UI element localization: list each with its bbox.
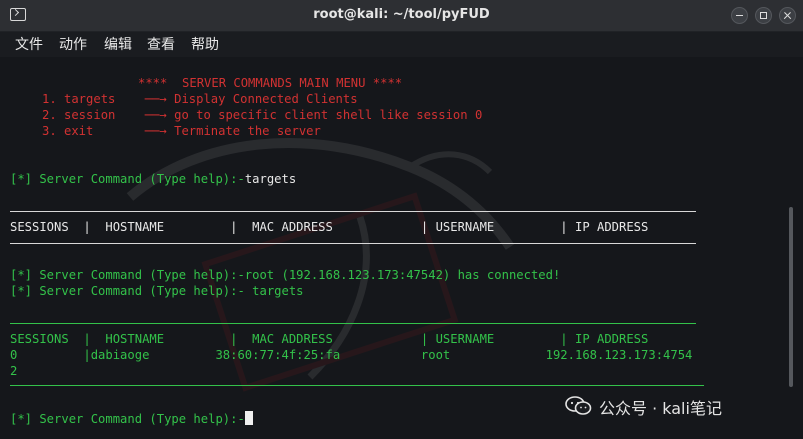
watermark-text: 公众号 · kali笔记 [599,399,722,418]
table-header-row: SESSIONS | HOSTNAME | MAC ADDRESS | USER… [10,332,649,346]
menu-option-exit: 3. exit ──→ Terminate the server [42,123,321,139]
option-label: 2. session [42,108,131,122]
menu-bar: 文件 动作 编辑 查看 帮助 [0,32,803,56]
table-row: 0 |dabiaoge 38:60:77:4f:25:fa root 192.1… [10,348,693,362]
connected-message: [*] Server Command (Type help):-root (19… [10,268,561,282]
menu-option-session: 2. session ──→ go to specific client she… [42,107,482,123]
wechat-icon [565,396,592,415]
window-title: root@kali: ~/tool/pyFUD [313,7,490,22]
option-desc: Display Connected Clients [174,92,358,106]
table-header-row: SESSIONS | HOSTNAME | MAC ADDRESS | USER… [10,220,649,234]
prompt: [*] Server Command (Type help):- [10,284,245,298]
option-label: 1. targets [42,92,131,106]
menu-view[interactable]: 查看 [147,34,175,54]
menu-file[interactable]: 文件 [15,34,43,54]
prompt-line-1: [*] Server Command (Type help):-targets [10,171,296,187]
minimize-button[interactable] [731,7,748,24]
table-rule-bottom [10,243,696,244]
option-desc: Terminate the server [174,124,321,138]
table-rule-top [10,211,696,212]
command-text: targets [244,172,297,186]
menu-action[interactable]: 动作 [59,34,87,54]
maximize-button[interactable] [755,7,772,24]
arrow-icon: ──→ [144,108,167,122]
text-cursor [244,411,253,425]
terminal-output[interactable]: **** SERVER COMMANDS MAIN MENU **** 1. t… [0,57,803,439]
prompt-line-3[interactable]: [*] Server Command (Type help):- [10,411,253,427]
menu-option-targets: 1. targets ──→ Display Connected Clients [42,91,358,107]
command-text: targets [244,284,304,298]
prompt: [*] Server Command (Type help):- [10,412,245,426]
menu-help[interactable]: 帮助 [191,34,219,54]
menu-banner: **** SERVER COMMANDS MAIN MENU **** [138,76,403,90]
table-rule-top [10,323,696,324]
menu-edit[interactable]: 编辑 [104,34,132,54]
arrow-icon: ──→ [144,92,167,106]
arrow-icon: ──→ [144,124,167,138]
option-desc: go to specific client shell like session… [174,108,483,122]
title-bar: root@kali: ~/tool/pyFUD [0,0,803,32]
prompt: [*] Server Command (Type help):- [10,172,245,186]
scrollbar[interactable] [789,207,793,387]
terminal-window: root@kali: ~/tool/pyFUD 文件 动作 编辑 查看 帮助 *… [0,0,803,439]
table-row-wrap: 2 [10,364,18,378]
option-label: 3. exit [42,124,131,138]
prompt-line-2: [*] Server Command (Type help):- targets [10,283,304,299]
table-rule-bottom [10,385,704,386]
close-button[interactable] [779,7,796,24]
